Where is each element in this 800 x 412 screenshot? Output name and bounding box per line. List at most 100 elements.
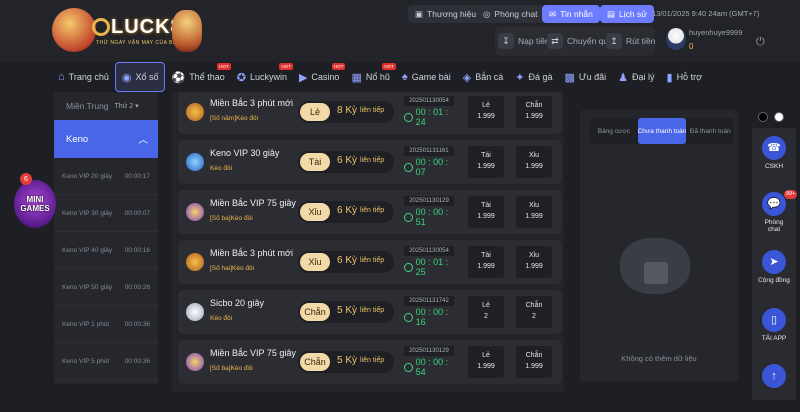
nav-support[interactable]: ▮ Hỗ trợ — [661, 62, 708, 92]
nav-fishing[interactable]: ◈ Bắn cá — [457, 62, 510, 92]
dock-download-app[interactable]: ▯ TẢI APP — [758, 308, 790, 356]
region-filter[interactable]: Miền Trung Thứ 2 ▾ — [54, 92, 158, 120]
sports-icon: ⚽ — [171, 71, 186, 84]
keno-game-icon — [186, 153, 204, 171]
lottery-icon: ◉ — [121, 71, 132, 84]
game-row[interactable]: Miền Bắc 3 phút mới [Số năm]Kèo đôi Lẻ 8 … — [178, 92, 562, 134]
sidebar-item-keno[interactable]: Keno VIP 20 giây 00:00:17 — [54, 158, 158, 195]
streak-pill: Tài 6 Kỳ liên tiếp — [298, 151, 394, 173]
dock-scroll-top[interactable]: ↑ — [758, 364, 790, 412]
mascot-left-icon — [52, 8, 96, 52]
slot-icon: ▦ — [351, 71, 362, 84]
region-select[interactable]: Thứ 2 ▾ — [115, 102, 139, 110]
messages-button[interactable]: ✉ Tin nhắn — [542, 5, 600, 23]
mascot-right-icon — [172, 10, 202, 52]
game-row[interactable]: Keno VIP 30 giây Kèo đôi Tài 6 Kỳ liên tiế… — [178, 140, 562, 184]
odds-button[interactable]: Xỉu 1.999 — [516, 246, 552, 278]
game-row[interactable]: Miền Bắc VIP 75 giây [Số ba]Kèo đôi Xỉu 6… — [178, 190, 562, 234]
cockfight-icon: ✦ — [515, 71, 525, 84]
withdraw-icon: ↥ — [606, 33, 622, 49]
odds-button[interactable]: Chẵn 2 — [516, 296, 552, 328]
odds-button[interactable]: Tài 1.999 — [468, 246, 504, 278]
sidebar-item-keno[interactable]: Keno VIP 50 giây 00:00:26 — [54, 269, 158, 306]
theme-toggle[interactable] — [758, 112, 784, 122]
brand-icon: ▣ — [415, 8, 424, 19]
sidebar-item-keno[interactable]: Keno VIP 5 phút 00:00:36 — [54, 343, 158, 380]
avatar[interactable] — [666, 28, 686, 50]
history-button[interactable]: ▤ Lịch sử — [600, 5, 654, 23]
hot-badge: HOT — [382, 63, 396, 70]
nav-sports[interactable]: ⚽ Thể thao HOT — [165, 62, 231, 92]
sidebar-item-keno[interactable]: Keno VIP 40 giây 00:00:16 — [54, 232, 158, 269]
message-icon: ✉ — [549, 8, 557, 19]
odds-button[interactable]: Chẵn 1.999 — [516, 96, 552, 128]
mini-games-badge: 6 — [20, 173, 32, 185]
chat-room-button[interactable]: ◎ Phòng chat — [476, 5, 545, 23]
countdown: 00 : 00 : 07 — [404, 157, 458, 177]
nav-slots[interactable]: ▦ Nổ hũ HOT — [345, 62, 396, 92]
odds-button[interactable]: Xỉu 1.999 — [516, 196, 552, 228]
logo[interactable]: LUCK8 THỬ NGAY VẬN MAY CỦA BẠN — [52, 6, 202, 56]
bet-tabs: Bảng cược Chưa thanh toán Đã thanh toán — [590, 118, 734, 144]
support-icon: ▮ — [666, 71, 673, 84]
countdown: 00 : 01 : 24 — [404, 107, 458, 127]
odds-button[interactable]: Lẻ 2 — [468, 296, 504, 328]
odds-button[interactable]: Xỉu 1.999 — [516, 146, 552, 178]
lottery-sidebar: Miền Trung Thứ 2 ▾ Keno ︿ Keno VIP 20 giây… — [54, 92, 158, 384]
clock-icon — [404, 162, 413, 172]
clock-icon — [404, 312, 413, 322]
streak-pill: Xỉu 6 Kỳ liên tiếp — [298, 201, 394, 223]
clock-icon — [404, 262, 413, 272]
dock-cskh[interactable]: ☎ CSKH — [758, 136, 790, 184]
logout-icon[interactable]: ⏻ — [756, 36, 765, 49]
history-icon: ▤ — [607, 8, 616, 19]
sidebar-item-keno[interactable]: Keno VIP 30 giây 00:00:07 — [54, 195, 158, 232]
cardgame-icon: ♠ — [401, 71, 408, 83]
brand-button[interactable]: ▣ Thương hiệu — [408, 5, 484, 23]
logo-text: LUCK8 — [92, 16, 183, 39]
nav-cockfight[interactable]: ✦ Đá gà — [509, 62, 558, 92]
game-row[interactable]: Sicbo 20 giây Kèo đôi Chẵn 5 Kỳ liên tiếp … — [178, 290, 562, 334]
agent-icon: ♟ — [618, 71, 628, 84]
odds-button[interactable]: Tài 1.999 — [468, 196, 504, 228]
odds-button[interactable]: Chẵn 1.999 — [516, 346, 552, 378]
nav-luckywin[interactable]: ✪ Luckywin HOT — [231, 62, 293, 92]
tab-settled[interactable]: Đã thanh toán — [686, 118, 734, 144]
tab-unsettled[interactable]: Chưa thanh toán — [637, 118, 687, 144]
clock-icon — [404, 212, 413, 222]
countdown: 00 : 00 : 51 — [404, 207, 458, 227]
nav-lottery[interactable]: ◉ Xổ số — [114, 62, 166, 92]
hot-badge: HOT — [217, 63, 231, 70]
clock-icon — [404, 362, 413, 372]
keno-section-header[interactable]: Keno ︿ — [54, 120, 158, 158]
tab-bet-slip[interactable]: Bảng cược — [590, 118, 638, 144]
chat-icon: ◎ — [483, 8, 491, 19]
withdraw-button[interactable]: ↥ Rút tiền — [606, 30, 655, 52]
nav-agent[interactable]: ♟ Đại lý — [612, 62, 660, 92]
mini-games-button[interactable]: MINI GAMES — [14, 180, 56, 228]
nav-card-games[interactable]: ♠ Game bài — [396, 62, 457, 92]
balance: 0 — [689, 42, 694, 51]
dice-icon — [186, 303, 204, 321]
sidebar-item-keno[interactable]: Keno VIP 1 phút 00:00:36 — [54, 306, 158, 343]
right-dock: ☎ CSKH 💬 99+ Phòng chat ➤ Cộng đồng ▯ TẢI APP… — [752, 128, 798, 400]
dock-chat-room[interactable]: 💬 99+ Phòng chat — [758, 190, 798, 240]
odds-button[interactable]: Lẻ 1.999 — [468, 96, 504, 128]
nav-casino[interactable]: ▶ Casino HOT — [293, 62, 346, 92]
nav-promotions[interactable]: ▩ Ưu đãi — [559, 62, 613, 92]
deposit-button[interactable]: ↧ Nạp tiền — [498, 30, 550, 52]
dock-community[interactable]: ➤ Cộng đồng — [758, 250, 790, 298]
transfer-button[interactable]: ⇄ Chuyển quỹ — [547, 30, 612, 52]
empty-state-text: Không có thêm dữ liệu — [621, 354, 697, 363]
hot-badge: HOT — [331, 63, 346, 70]
odds-button[interactable]: Tài 1.999 — [468, 146, 504, 178]
streak-pill: Chẵn 5 Kỳ liên tiếp — [298, 351, 394, 373]
chevron-up-icon: ︿ — [138, 135, 148, 146]
vip-lottery-icon — [186, 203, 204, 221]
streak-pill: Chẵn 5 Kỳ liên tiếp — [298, 301, 394, 323]
nav-home[interactable]: ⌂ Trang chủ — [52, 62, 115, 92]
odds-button[interactable]: Lẻ 1.999 — [468, 346, 504, 378]
casino-icon: ▶ — [298, 71, 308, 84]
game-row[interactable]: Miền Bắc VIP 75 giây [Số ba]Kèo đôi Chẵn… — [178, 340, 562, 384]
game-row[interactable]: Miền Bắc 3 phút mới [Số hai]Kèo đôi Xỉu 6… — [178, 240, 562, 284]
